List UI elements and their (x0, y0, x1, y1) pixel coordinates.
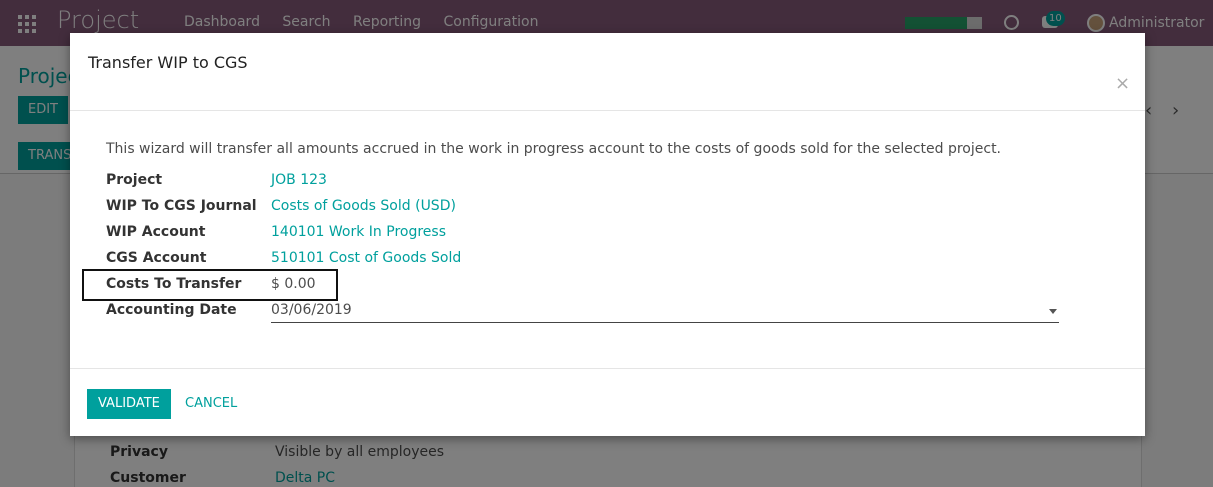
field-cgs-account: CGS Account 510101 Cost of Goods Sold (106, 250, 1106, 270)
accounting-date-value: 03/06/2019 (271, 302, 352, 318)
field-wip-account: WIP Account 140101 Work In Progress (106, 224, 1106, 244)
validate-button[interactable]: VALIDATE (87, 389, 171, 419)
field-costs-to-transfer: Costs To Transfer $ 0.00 (106, 276, 1106, 296)
field-project: Project JOB 123 (106, 172, 1106, 192)
journal-link[interactable]: Costs of Goods Sold (USD) (271, 198, 456, 214)
modal-header: Transfer WIP to CGS × (70, 33, 1145, 111)
wip-account-link[interactable]: 140101 Work In Progress (271, 224, 446, 240)
transfer-wip-dialog: Transfer WIP to CGS × This wizard will t… (70, 33, 1145, 436)
close-icon[interactable]: × (1115, 73, 1130, 94)
field-label: WIP To CGS Journal (106, 198, 257, 214)
modal-footer: VALIDATE CANCEL (70, 368, 1145, 436)
field-label: Project (106, 172, 163, 188)
cgs-account-link[interactable]: 510101 Cost of Goods Sold (271, 250, 461, 266)
field-label: WIP Account (106, 224, 206, 240)
accounting-date-input[interactable]: 03/06/2019 (271, 301, 1059, 323)
modal-title: Transfer WIP to CGS (88, 53, 248, 72)
field-wip-to-cgs-journal: WIP To CGS Journal Costs of Goods Sold (… (106, 198, 1106, 218)
costs-to-transfer-value: $ 0.00 (271, 276, 316, 292)
modal-body: This wizard will transfer all amounts ac… (70, 111, 1145, 368)
chevron-down-icon[interactable] (1049, 309, 1057, 314)
field-label: CGS Account (106, 250, 207, 266)
field-label: Accounting Date (106, 302, 237, 318)
project-link[interactable]: JOB 123 (271, 172, 327, 188)
cancel-button[interactable]: CANCEL (185, 389, 237, 419)
field-label: Costs To Transfer (106, 276, 242, 292)
wizard-description: This wizard will transfer all amounts ac… (106, 141, 1002, 157)
